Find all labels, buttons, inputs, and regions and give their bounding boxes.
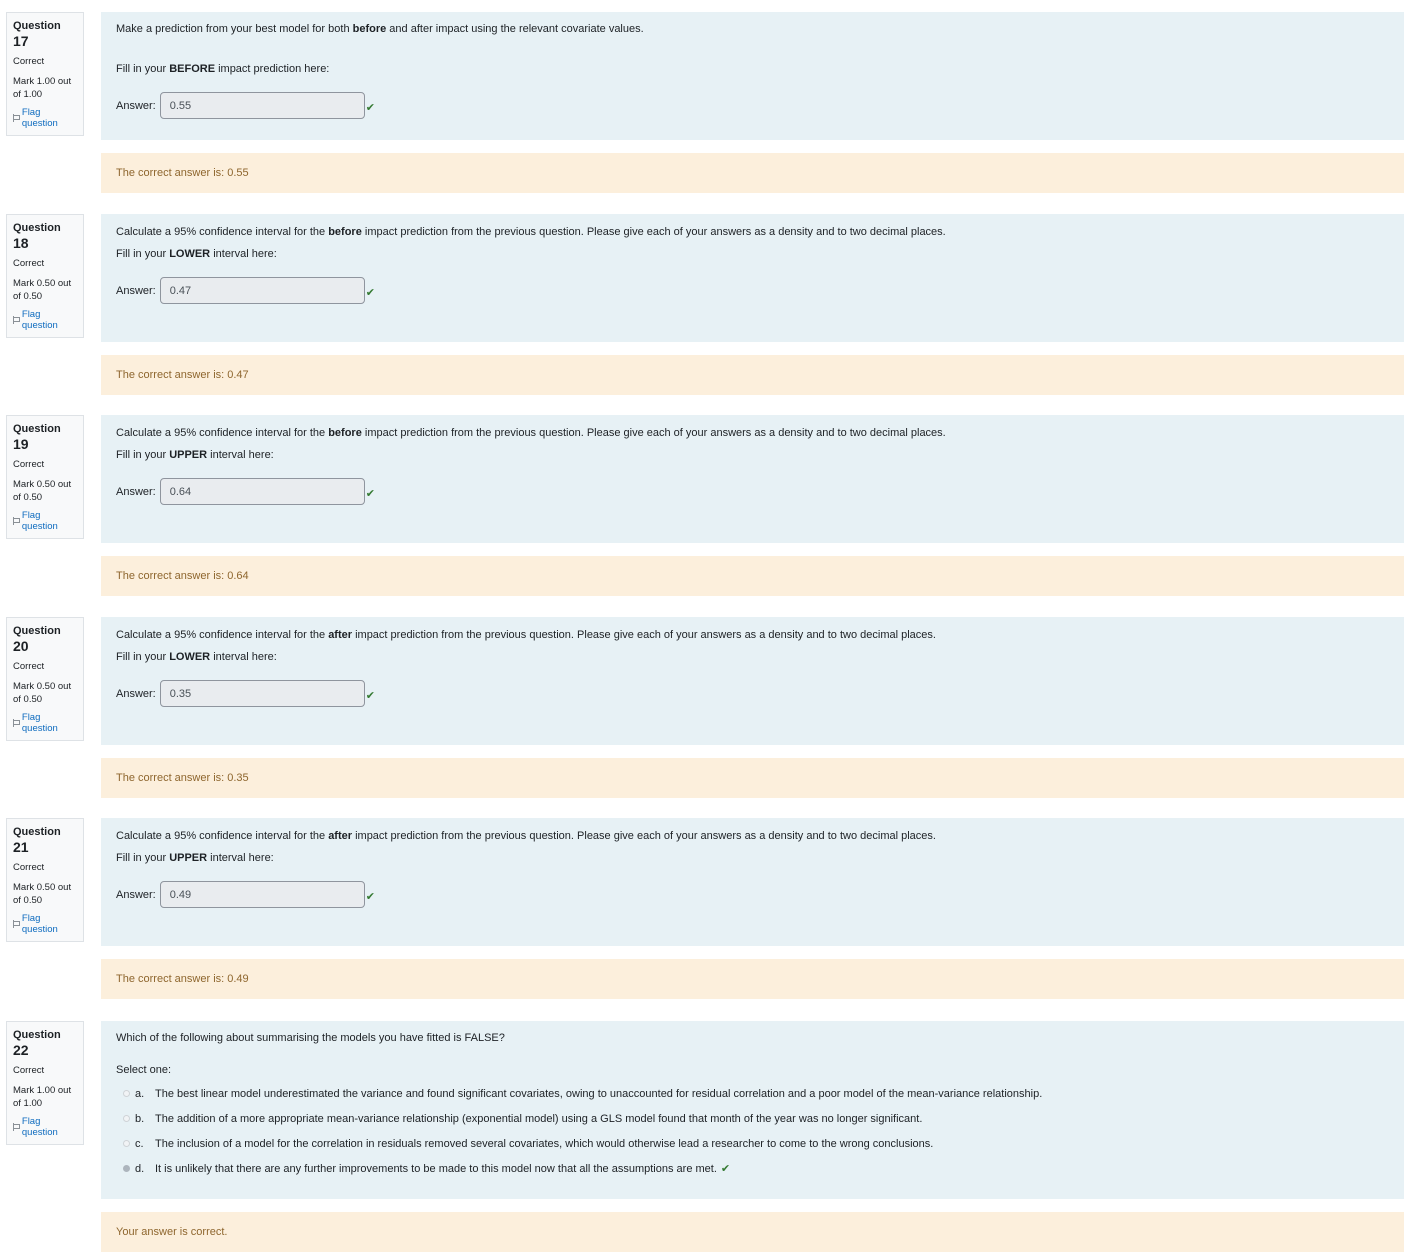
answer-label: Answer:	[116, 99, 156, 112]
flag-icon	[13, 517, 20, 525]
correct-answer-feedback: The correct answer is: 0.35	[101, 758, 1404, 798]
select-one-prompt: Select one:	[116, 1064, 172, 1076]
question-content: Calculate a 95% confidence interval for …	[101, 415, 1404, 543]
question-number: Question 22	[13, 1029, 61, 1058]
correct-check-icon: ✔	[720, 1162, 731, 1175]
question-info: Question 22 Correct Mark 1.00 out of 1.0…	[6, 1021, 84, 1145]
option-letter: c.	[135, 1137, 144, 1150]
answer-input[interactable]	[159, 92, 365, 119]
correct-check-icon: ✔	[365, 488, 375, 500]
answer-input[interactable]	[159, 881, 365, 908]
answer-row: Answer: ✔	[116, 881, 1389, 908]
radio-button[interactable]	[123, 1090, 130, 1097]
question-state: Correct	[13, 258, 45, 269]
fill-in-instruction: Fill in your LOWER interval here:	[116, 248, 277, 260]
question-content: Which of the following about summarising…	[101, 1021, 1404, 1199]
answer-options: a. The best linear model underestimated …	[116, 1081, 1389, 1181]
correct-check-icon: ✔	[365, 287, 375, 299]
question-grade: Mark 1.00 out of 1.00	[13, 1085, 72, 1109]
question-number: Question 18	[13, 222, 61, 251]
correct-check-icon: ✔	[365, 891, 375, 903]
option-letter: d.	[135, 1162, 145, 1175]
answer-row: Answer: ✔	[116, 277, 1389, 304]
question-content: Calculate a 95% confidence interval for …	[101, 818, 1404, 946]
correct-check-icon: ✔	[365, 690, 375, 702]
flag-question-link[interactable]: Flag question	[13, 1116, 78, 1138]
question-state: Correct	[13, 661, 45, 672]
correct-answer-feedback: The correct answer is: 0.55	[101, 153, 1404, 193]
answer-feedback: Your answer is correct.	[101, 1212, 1404, 1252]
option-text: The addition of a more appropriate mean-…	[155, 1112, 923, 1125]
question-content: Make a prediction from your best model f…	[101, 12, 1404, 140]
fill-in-instruction: Fill in your BEFORE impact prediction he…	[116, 63, 330, 75]
question-content: Calculate a 95% confidence interval for …	[101, 214, 1404, 342]
question-text: Calculate a 95% confidence interval for …	[116, 427, 946, 439]
flag-icon	[13, 1123, 20, 1131]
option-text: The inclusion of a model for the correla…	[155, 1137, 934, 1150]
answer-input[interactable]	[159, 478, 365, 505]
question-info: Question 19 Correct Mark 0.50 out of 0.5…	[6, 415, 84, 539]
flag-icon	[13, 114, 20, 122]
question-info: Question 18 Correct Mark 0.50 out of 0.5…	[6, 214, 84, 338]
flag-question-link[interactable]: Flag question	[13, 107, 78, 129]
question-text: Which of the following about summarising…	[116, 1032, 505, 1044]
question-grade: Mark 0.50 out of 0.50	[13, 479, 72, 503]
question-grade: Mark 0.50 out of 0.50	[13, 278, 72, 302]
question-number: Question 21	[13, 826, 61, 855]
question-number: Question 17	[13, 20, 61, 49]
flag-icon	[13, 920, 20, 928]
option-text: It is unlikely that there are any furthe…	[155, 1162, 717, 1175]
question-info: Question 21 Correct Mark 0.50 out of 0.5…	[6, 818, 84, 942]
question-grade: Mark 0.50 out of 0.50	[13, 882, 72, 906]
answer-label: Answer:	[116, 687, 156, 700]
flag-question-link[interactable]: Flag question	[13, 712, 78, 734]
answer-row: Answer: ✔	[116, 92, 1389, 119]
question-text: Make a prediction from your best model f…	[116, 23, 644, 35]
answer-input[interactable]	[159, 680, 365, 707]
fill-in-instruction: Fill in your UPPER interval here:	[116, 852, 274, 864]
question-state: Correct	[13, 1065, 45, 1076]
fill-in-instruction: Fill in your UPPER interval here:	[116, 449, 274, 461]
radio-button[interactable]	[123, 1165, 130, 1172]
answer-label: Answer:	[116, 888, 156, 901]
option-text: The best linear model underestimated the…	[155, 1087, 1043, 1100]
radio-button[interactable]	[123, 1140, 130, 1147]
flag-question-link[interactable]: Flag question	[13, 913, 78, 935]
question-state: Correct	[13, 862, 45, 873]
flag-question-link[interactable]: Flag question	[13, 309, 78, 331]
question-state: Correct	[13, 459, 45, 470]
question-info: Question 17 Correct Mark 1.00 out of 1.0…	[6, 12, 84, 136]
flag-icon	[13, 719, 20, 727]
question-text: Calculate a 95% confidence interval for …	[116, 830, 936, 842]
radio-button[interactable]	[123, 1115, 130, 1122]
answer-input[interactable]	[159, 277, 365, 304]
flag-icon	[13, 316, 20, 324]
answer-option-d[interactable]: d. It is unlikely that there are any fur…	[116, 1156, 1389, 1181]
option-letter: b.	[135, 1112, 145, 1125]
correct-answer-feedback: The correct answer is: 0.49	[101, 959, 1404, 999]
correct-answer-feedback: The correct answer is: 0.64	[101, 556, 1404, 596]
answer-option-c[interactable]: c. The inclusion of a model for the corr…	[116, 1131, 1389, 1156]
question-grade: Mark 0.50 out of 0.50	[13, 681, 72, 705]
correct-answer-feedback: The correct answer is: 0.47	[101, 355, 1404, 395]
question-content: Calculate a 95% confidence interval for …	[101, 617, 1404, 745]
option-letter: a.	[135, 1087, 145, 1100]
answer-label: Answer:	[116, 284, 156, 297]
question-info: Question 20 Correct Mark 0.50 out of 0.5…	[6, 617, 84, 741]
question-state: Correct	[13, 56, 45, 67]
answer-row: Answer: ✔	[116, 680, 1389, 707]
flag-question-link[interactable]: Flag question	[13, 510, 78, 532]
fill-in-instruction: Fill in your LOWER interval here:	[116, 651, 277, 663]
question-text: Calculate a 95% confidence interval for …	[116, 226, 946, 238]
question-number: Question 19	[13, 423, 61, 452]
question-grade: Mark 1.00 out of 1.00	[13, 76, 72, 100]
question-text: Calculate a 95% confidence interval for …	[116, 629, 936, 641]
answer-label: Answer:	[116, 485, 156, 498]
question-number: Question 20	[13, 625, 61, 654]
correct-check-icon: ✔	[365, 102, 375, 114]
answer-option-a[interactable]: a. The best linear model underestimated …	[116, 1081, 1389, 1106]
answer-row: Answer: ✔	[116, 478, 1389, 505]
answer-option-b[interactable]: b. The addition of a more appropriate me…	[116, 1106, 1389, 1131]
